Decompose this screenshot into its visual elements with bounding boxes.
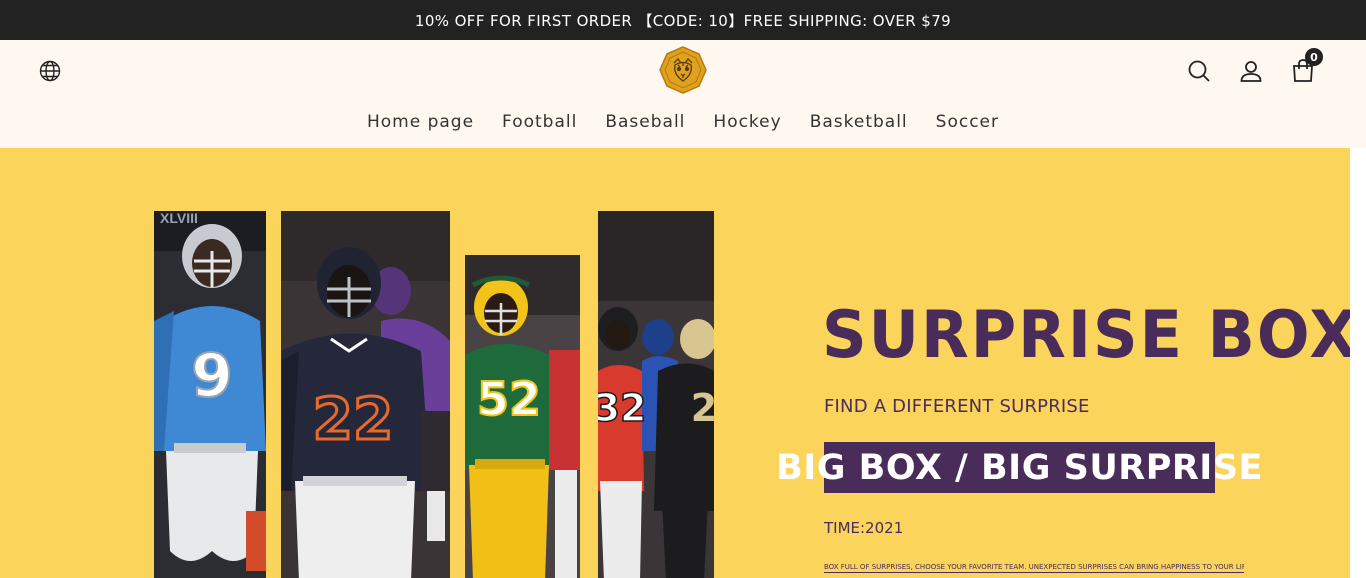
jersey-number-32: 32: [598, 386, 646, 430]
nav-item-baseball[interactable]: Baseball: [605, 112, 685, 132]
nav-item-hockey[interactable]: Hockey: [713, 112, 781, 132]
hero-photo-strip-3: 52: [465, 255, 580, 578]
hero-time: TIME:2021: [824, 519, 904, 537]
cart-count-badge: 0: [1305, 48, 1323, 66]
hero-photo-strip-2: 22: [281, 211, 450, 578]
announcement-text: 10% OFF FOR FIRST ORDER 【CODE: 10】FREE S…: [414, 11, 952, 30]
main-nav: Home page Football Baseball Hockey Baske…: [0, 112, 1366, 132]
search-icon[interactable]: [1186, 58, 1212, 84]
nav-item-football[interactable]: Football: [502, 112, 577, 132]
tiger-logo[interactable]: [659, 46, 707, 94]
jersey-number-52: 52: [477, 372, 541, 426]
site-header: 0 Home page Football Baseball Hockey Bas…: [0, 40, 1366, 148]
hero-photo-strip-4: 32 2: [598, 211, 714, 578]
hero-banner[interactable]: XLVIII 9 22 52 32 2 SURPRISE BOX FIND A …: [0, 148, 1350, 578]
nav-item-soccer[interactable]: Soccer: [936, 112, 999, 132]
svg-text:2: 2: [691, 386, 714, 430]
globe-icon[interactable]: [38, 59, 62, 83]
hero-subtitle: FIND A DIFFERENT SURPRISE: [824, 396, 1090, 417]
jersey-number-22: 22: [313, 385, 394, 453]
announcement-bar: 10% OFF FOR FIRST ORDER 【CODE: 10】FREE S…: [0, 0, 1366, 40]
hero-badge: BIG BOX / BIG SURPRISE: [776, 442, 1262, 493]
hero-title: SURPRISE BOX: [822, 296, 1350, 373]
jersey-number-9: 9: [191, 341, 233, 411]
nav-item-home-page[interactable]: Home page: [367, 112, 474, 132]
user-icon[interactable]: [1238, 58, 1264, 84]
nav-item-basketball[interactable]: Basketball: [810, 112, 908, 132]
hero-description: BOX FULL OF SURPRISES, CHOOSE YOUR FAVOR…: [824, 563, 1244, 573]
svg-text:XLVIII: XLVIII: [160, 211, 198, 226]
hero-photo-strip-1: XLVIII 9: [154, 211, 266, 578]
